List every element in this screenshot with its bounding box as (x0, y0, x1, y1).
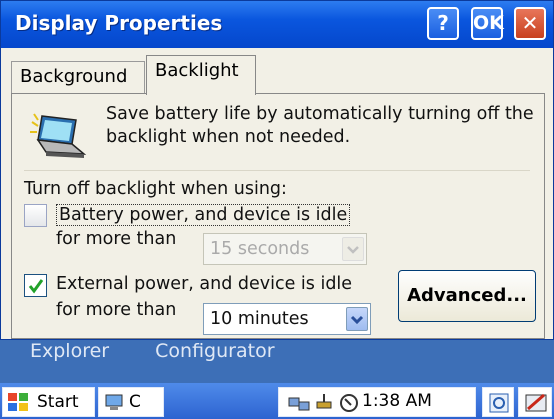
battery-checkbox[interactable] (24, 204, 47, 227)
external-for-label: for more than (56, 300, 177, 320)
desktop-label-configurator[interactable]: Configurator (155, 340, 274, 362)
sync-icon[interactable] (337, 391, 361, 415)
desktop-toggle-button[interactable] (518, 387, 552, 417)
external-timeout-select[interactable]: 10 minutes (203, 303, 371, 335)
display-properties-icon (105, 394, 123, 410)
chevron-down-icon (342, 237, 364, 261)
clock[interactable]: 1:38 AM (362, 391, 432, 411)
windows-logo-icon (8, 393, 28, 411)
close-button[interactable]: ✕ (514, 7, 546, 40)
power-plug-icon[interactable] (313, 392, 335, 414)
advanced-button[interactable]: Advanced... (398, 270, 536, 322)
battery-label[interactable]: Battery power, and device is idle (56, 204, 351, 226)
backlight-description: Save battery life by automatically turni… (106, 104, 534, 147)
pen-icon (525, 393, 547, 412)
help-button[interactable]: ? (427, 7, 459, 40)
backlight-heading: Turn off backlight when using: (24, 179, 287, 199)
battery-timeout-select[interactable]: 15 seconds (203, 233, 367, 265)
desktop-labels: Explorer Configurator (30, 340, 315, 362)
ok-button[interactable]: OK (471, 7, 504, 40)
external-checkbox[interactable] (24, 274, 47, 297)
battery-timeout-value: 15 seconds (210, 239, 310, 259)
battery-for-label: for more than (56, 229, 177, 249)
external-timeout-value: 10 minutes (210, 309, 309, 329)
laptop-icon (30, 113, 87, 158)
titlebar: Display Properties ? OK ✕ (1, 1, 553, 48)
browser-icon (489, 393, 509, 413)
ie-button[interactable] (482, 387, 514, 417)
window-title: Display Properties (15, 11, 223, 35)
divider (24, 170, 530, 171)
external-label[interactable]: External power, and device is idle (56, 274, 352, 294)
checkmark-icon (28, 279, 44, 294)
chevron-down-icon[interactable] (346, 307, 368, 331)
tab-background[interactable]: Background (11, 61, 145, 95)
tab-backlight[interactable]: Backlight (146, 55, 256, 95)
desktop-label-explorer[interactable]: Explorer (30, 340, 109, 362)
network-icon[interactable] (287, 392, 311, 414)
